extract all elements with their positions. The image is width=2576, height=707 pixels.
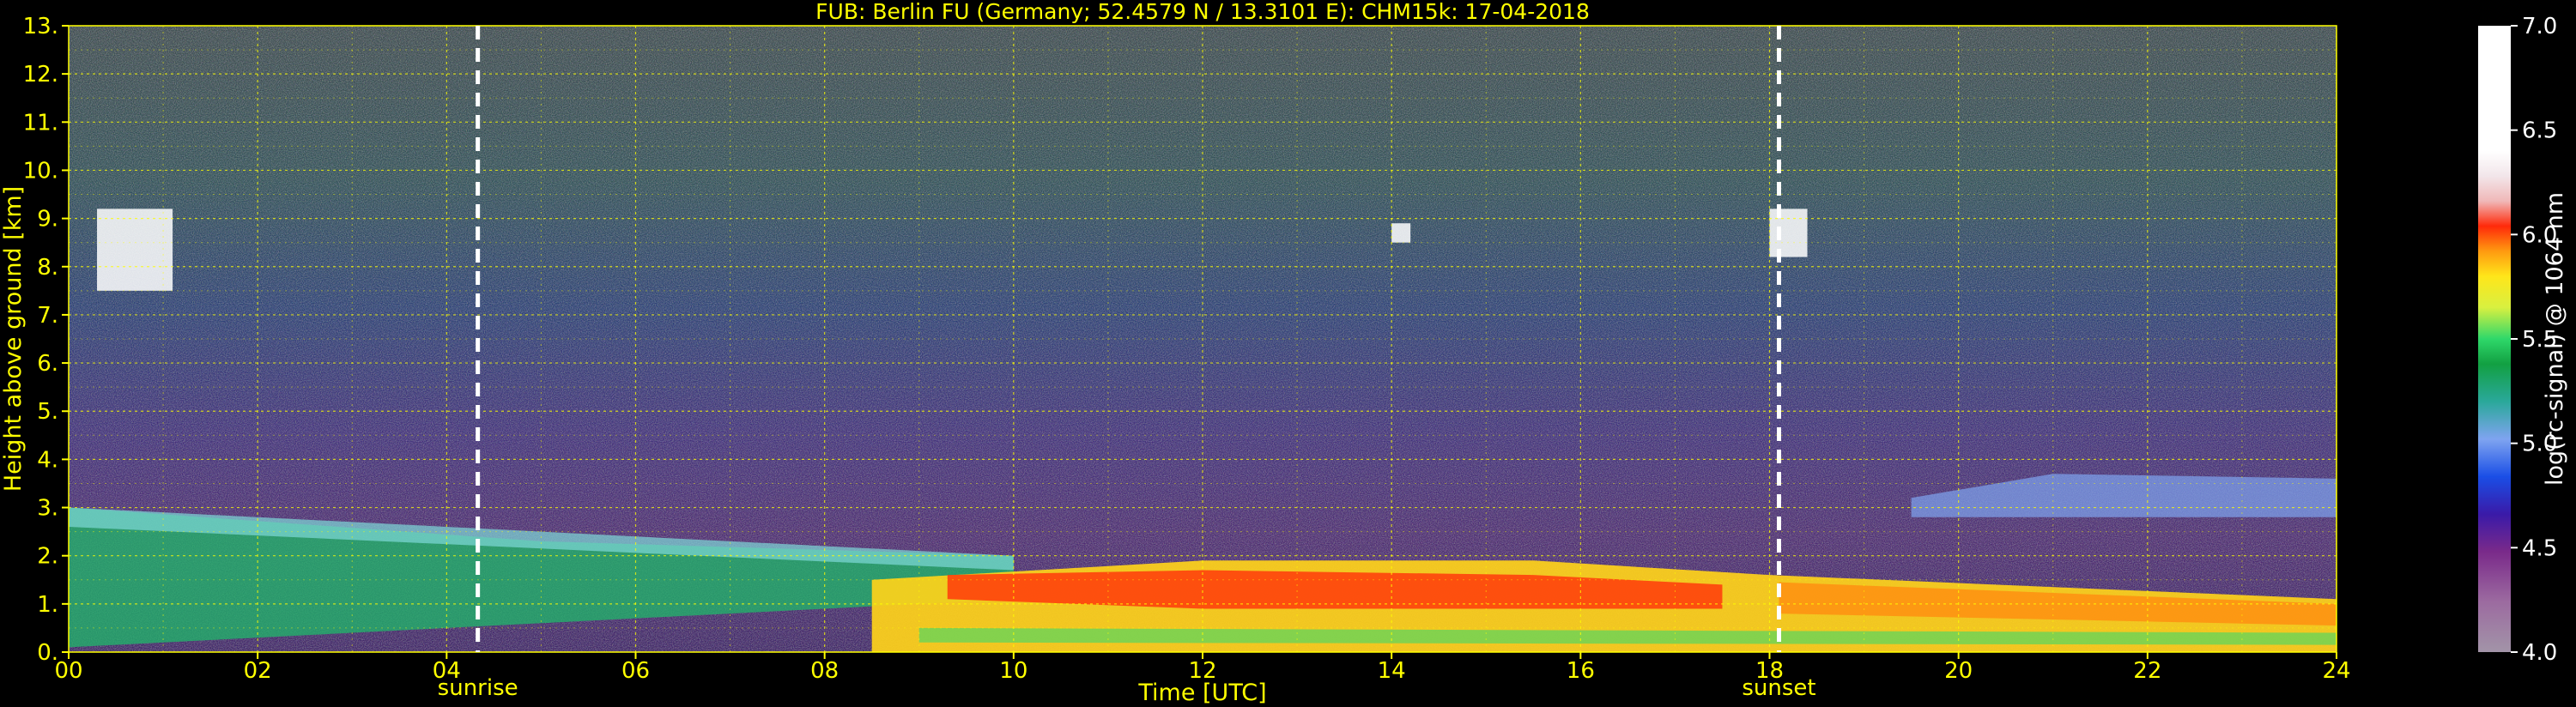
x-tick-label: 02 bbox=[244, 658, 272, 684]
y-tick-label: 4. bbox=[37, 447, 58, 473]
y-tick-label: 2. bbox=[37, 544, 58, 570]
x-tick-label: 06 bbox=[621, 658, 650, 684]
y-tick-label: 12. bbox=[23, 62, 58, 88]
y-tick-label: 1. bbox=[37, 592, 58, 618]
colorbar-tick-label: 6.5 bbox=[2522, 118, 2557, 144]
lidar-chart: FUB: Berlin FU (Germany; 52.4579 N / 13.… bbox=[0, 0, 2568, 706]
x-tick-label: 24 bbox=[2322, 658, 2350, 684]
colorbar-tick-label: 7.0 bbox=[2522, 14, 2557, 39]
x-tick-label: 00 bbox=[54, 658, 82, 684]
y-axis-label: Height above ground [km] bbox=[0, 186, 27, 492]
y-tick-label: 10. bbox=[23, 158, 58, 184]
colorbar-bar bbox=[2478, 26, 2511, 652]
chart-title: FUB: Berlin FU (Germany; 52.4579 N / 13.… bbox=[815, 0, 1590, 24]
colorbar-tick-label: 4.0 bbox=[2522, 640, 2557, 666]
x-tick-label: 08 bbox=[810, 658, 839, 684]
y-tick-label: 8. bbox=[37, 255, 58, 281]
x-tick-label: 14 bbox=[1378, 658, 1406, 684]
x-axis-label: Time [UTC] bbox=[1137, 680, 1266, 706]
x-tick-label: 10 bbox=[999, 658, 1027, 684]
y-tick-label: 3. bbox=[37, 496, 58, 522]
y-tick-label: 9. bbox=[37, 207, 58, 233]
y-tick-label: 11. bbox=[23, 110, 58, 136]
x-tick-label: 04 bbox=[433, 658, 461, 684]
y-tick-label: 5. bbox=[37, 399, 58, 425]
y-axis: 0.1.2.3.4.5.6.7.8.9.10.11.12.13. bbox=[23, 14, 69, 666]
y-tick-label: 13. bbox=[23, 14, 58, 39]
colorbar-label: log(rc-signal) @ 1064 nm bbox=[2542, 192, 2568, 486]
cirrus-cloud bbox=[1769, 208, 1808, 257]
y-tick-label: 6. bbox=[37, 351, 58, 377]
colorbar-tick-label: 4.5 bbox=[2522, 535, 2557, 561]
x-tick-label: 22 bbox=[2133, 658, 2161, 684]
cirrus-cloud bbox=[1391, 223, 1411, 243]
colorbar: 4.04.55.05.56.06.57.0 log(rc-signal) @ 1… bbox=[2478, 14, 2568, 666]
x-tick-label: 20 bbox=[1944, 658, 1973, 684]
x-tick-label: 18 bbox=[1755, 658, 1784, 684]
cirrus-cloud bbox=[97, 208, 173, 291]
x-tick-label: 16 bbox=[1567, 658, 1595, 684]
y-tick-label: 7. bbox=[37, 303, 58, 329]
